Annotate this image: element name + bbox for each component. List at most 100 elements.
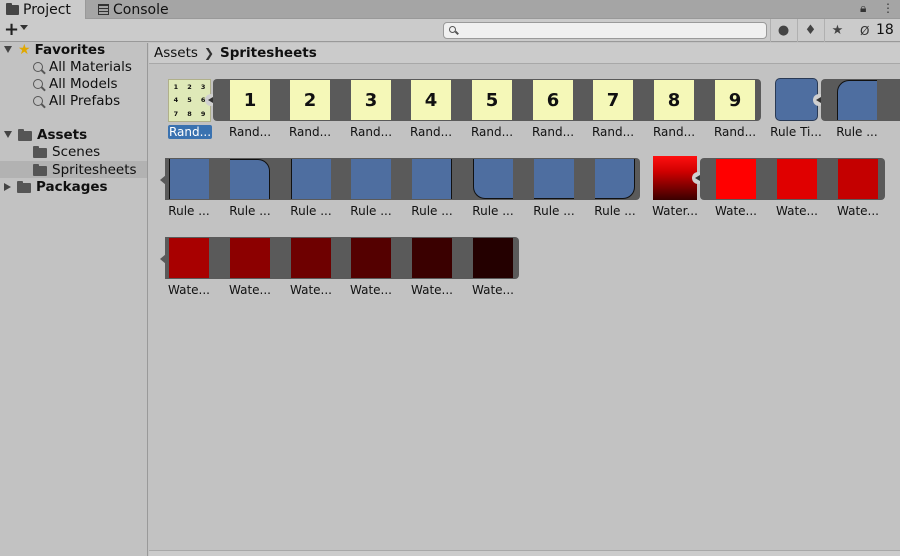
asset-label: Rule ... bbox=[229, 204, 271, 218]
folder-tree: ★ Favorites All Materials All Models All… bbox=[0, 41, 148, 556]
sprite-tile[interactable] bbox=[230, 159, 270, 199]
sprite-tile[interactable]: 5 bbox=[472, 80, 512, 120]
breadcrumb-assets[interactable]: Assets bbox=[154, 45, 198, 61]
sprite-tile[interactable] bbox=[716, 159, 756, 199]
water-tile-thumbnail[interactable] bbox=[653, 156, 697, 200]
asset-label: Wate... bbox=[350, 283, 392, 297]
asset-label: Rule ... bbox=[472, 204, 514, 218]
tree-item-scenes[interactable]: Scenes bbox=[33, 143, 100, 160]
sprite-tile[interactable] bbox=[837, 80, 877, 120]
tree-item-all-models[interactable]: All Models bbox=[33, 75, 118, 92]
asset-label: Rand... bbox=[349, 125, 393, 139]
grid-cell: 8 bbox=[187, 110, 192, 119]
sprite-tile[interactable]: 2 bbox=[290, 80, 330, 120]
asset-label: Rand... bbox=[288, 125, 332, 139]
asset-label: Rule ... bbox=[350, 204, 392, 218]
create-button[interactable]: + bbox=[4, 20, 19, 40]
asset-label: Rand... bbox=[591, 125, 635, 139]
asset-label: Water... bbox=[652, 204, 698, 218]
tab-console-label: Console bbox=[113, 1, 169, 18]
tree-assets-label: Assets bbox=[37, 126, 88, 143]
folder-open-icon bbox=[18, 128, 32, 141]
sprite-tile[interactable]: 1 bbox=[230, 80, 270, 120]
sprite-tile[interactable]: 3 bbox=[351, 80, 391, 120]
lock-icon[interactable]: 🔒︎ bbox=[860, 1, 866, 16]
asset-label: Rule ... bbox=[411, 204, 453, 218]
asset-label[interactable]: Rand... bbox=[168, 125, 212, 139]
create-dropdown-icon[interactable] bbox=[20, 25, 28, 30]
tree-assets[interactable]: Assets bbox=[4, 126, 87, 143]
tab-bar: Project Console 🔒︎ ⋮ bbox=[0, 0, 900, 19]
sprite-tile[interactable] bbox=[473, 159, 513, 199]
tab-console[interactable]: Console bbox=[92, 0, 169, 19]
asset-label: Rule Ti... bbox=[770, 125, 822, 139]
sprite-tile[interactable] bbox=[169, 238, 209, 278]
folder-icon bbox=[17, 180, 31, 193]
more-options-icon[interactable]: ⋮ bbox=[882, 1, 894, 15]
search-icon bbox=[33, 78, 43, 89]
sprite-tile[interactable] bbox=[169, 159, 209, 199]
sprite-tile[interactable] bbox=[230, 238, 270, 278]
asset-label: Rand... bbox=[409, 125, 453, 139]
sprite-tile[interactable] bbox=[777, 159, 817, 199]
sprite-tile[interactable] bbox=[412, 159, 452, 199]
search-input[interactable] bbox=[443, 22, 767, 39]
tree-favorites[interactable]: ★ Favorites bbox=[4, 41, 105, 58]
sprite-tile[interactable] bbox=[838, 159, 878, 199]
sprite-tile[interactable] bbox=[534, 159, 574, 199]
tree-item-all-materials[interactable]: All Materials bbox=[33, 58, 132, 75]
search-by-type-button[interactable]: ● bbox=[770, 19, 796, 42]
folder-icon bbox=[33, 145, 47, 158]
sprite-tile[interactable]: 9 bbox=[715, 80, 755, 120]
collapse-arrow-icon[interactable] bbox=[4, 182, 11, 191]
search-icon bbox=[449, 26, 456, 33]
asset-label: Wate... bbox=[229, 283, 271, 297]
chevron-right-icon: ❯ bbox=[203, 46, 214, 60]
asset-label: Rand... bbox=[228, 125, 272, 139]
sprite-strip bbox=[165, 237, 519, 279]
sprite-tile[interactable]: 4 bbox=[411, 80, 451, 120]
asset-label: Rule ... bbox=[168, 204, 210, 218]
sprite-tile[interactable] bbox=[412, 238, 452, 278]
sprite-tile[interactable]: 8 bbox=[654, 80, 694, 120]
hidden-packages-count: 18 bbox=[876, 22, 894, 38]
search-by-label-button[interactable]: ♦ bbox=[797, 19, 823, 42]
sprite-tile[interactable]: 6 bbox=[533, 80, 573, 120]
sprite-tile[interactable] bbox=[473, 238, 513, 278]
rule-tile-thumbnail[interactable] bbox=[775, 78, 818, 121]
grid-cell: 9 bbox=[200, 110, 206, 119]
asset-grid: 1 2 3 4 5 6 7 8 9 1 2 3 4 5 6 7 8 9 Rand… bbox=[149, 65, 900, 550]
save-search-button[interactable]: ★ bbox=[824, 19, 850, 42]
sprite-tile[interactable] bbox=[291, 238, 331, 278]
tree-item-spritesheets[interactable]: Spritesheets bbox=[0, 161, 147, 178]
console-icon bbox=[98, 4, 109, 15]
asset-label: Rand... bbox=[470, 125, 514, 139]
sprite-tile[interactable] bbox=[351, 238, 391, 278]
tree-item-label: Spritesheets bbox=[52, 161, 137, 178]
sprite-tile[interactable] bbox=[595, 159, 635, 199]
asset-label: Rand... bbox=[652, 125, 696, 139]
asset-label: Wate... bbox=[837, 204, 879, 218]
asset-label: Rand... bbox=[531, 125, 575, 139]
breadcrumb: Assets ❯ Spritesheets bbox=[149, 43, 900, 64]
breadcrumb-spritesheets[interactable]: Spritesheets bbox=[220, 45, 317, 61]
asset-label: Rule ... bbox=[290, 204, 332, 218]
asset-label: Rule ... bbox=[594, 204, 636, 218]
sprite-tile[interactable] bbox=[291, 159, 331, 199]
grid-cell: 1 bbox=[173, 82, 179, 91]
search-icon bbox=[33, 95, 43, 106]
tree-favorites-label: Favorites bbox=[34, 41, 106, 58]
sprite-tile[interactable] bbox=[351, 159, 391, 199]
tab-project[interactable]: Project bbox=[0, 0, 86, 19]
hidden-packages-eye-icon[interactable]: Ø bbox=[860, 24, 869, 38]
asset-label: Rule ... bbox=[836, 125, 878, 139]
expand-arrow-icon[interactable] bbox=[4, 131, 12, 138]
sprite-tile[interactable]: 7 bbox=[593, 80, 633, 120]
tree-item-all-prefabs[interactable]: All Prefabs bbox=[33, 92, 120, 109]
asset-label: Wate... bbox=[290, 283, 332, 297]
asset-label: Wate... bbox=[776, 204, 818, 218]
expand-arrow-icon[interactable] bbox=[4, 46, 12, 53]
tree-packages[interactable]: Packages bbox=[4, 178, 108, 195]
grid-cell: 3 bbox=[200, 82, 206, 91]
search-icon bbox=[33, 61, 43, 72]
